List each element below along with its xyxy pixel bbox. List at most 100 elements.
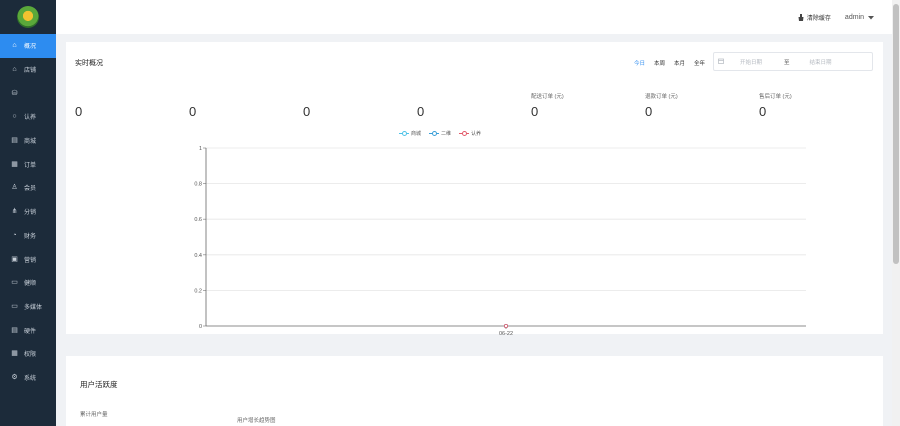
- activity-title: 用户活跃度: [80, 380, 118, 389]
- stat-item: 退款订单 (元) 0: [645, 92, 745, 119]
- range-month[interactable]: 本月: [674, 59, 685, 67]
- sidebar-item-label: 商城: [24, 139, 37, 146]
- date-end-input[interactable]: 结束日期: [810, 58, 832, 66]
- stat-label: 退款订单 (元): [645, 94, 678, 100]
- legend-label: 商城: [411, 131, 422, 137]
- date-range-picker[interactable]: 开始日期 至 结束日期: [713, 52, 873, 71]
- clear-cache-button[interactable]: 清除缓存: [798, 13, 831, 22]
- stat-label: [417, 92, 517, 100]
- stat-item: 0: [417, 92, 517, 119]
- activity-card: 用户活跃度 累计用户量 用户增长趋势图: [66, 356, 883, 426]
- overview-title: 实时概况: [75, 60, 103, 67]
- y-tick-label: 0.8: [194, 182, 202, 188]
- legend-item[interactable]: 二维: [429, 130, 451, 137]
- stat-value: 0: [189, 104, 197, 119]
- shop-icon: ⌂: [12, 66, 17, 74]
- stat-value: 0: [303, 104, 311, 119]
- y-tick-label: 0.6: [194, 217, 202, 223]
- media-icon: ▭: [11, 302, 18, 310]
- calendar-icon: ▭: [11, 279, 18, 287]
- sidebar-item[interactable]: ◔ 财务: [0, 224, 56, 248]
- hardware-icon: ▤: [11, 326, 18, 334]
- mall-icon: ▤: [11, 137, 18, 145]
- sidebar-item[interactable]: ▦ 权限: [0, 342, 56, 366]
- y-tick-label: 0: [199, 324, 202, 330]
- legend-label: 认养: [471, 131, 482, 137]
- user-icon: ♙: [11, 184, 18, 192]
- y-tick-label: 1: [199, 146, 202, 152]
- y-tick-label: 0.2: [194, 288, 202, 294]
- clear-cache-label: 清除缓存: [806, 16, 831, 22]
- permission-icon: ▦: [11, 350, 18, 358]
- y-tick-label: 0.4: [194, 253, 202, 259]
- sidebar-item[interactable]: ⌂ 店铺: [0, 58, 56, 82]
- legend-item[interactable]: 认养: [459, 130, 481, 137]
- sidebar-item-label: 概况: [24, 44, 37, 51]
- sidebar: ⌂ 概况 ⌂ 店铺 ⛁ ○ 认养 ▤ 商城 ▦ 订单 ♙ 会员 ⋔ 分销 ◔ 财务 ▣ 营销 ▭ 健顺 ▭ 多媒体 ▤ 硬件 ▦ 权…: [0, 0, 56, 426]
- sidebar-item[interactable]: ○ 认养: [0, 105, 56, 129]
- sidebar-item[interactable]: ▣ 营销: [0, 247, 56, 271]
- sidebar-item-label: 权限: [24, 352, 37, 359]
- sidebar-item-label: 硬件: [24, 328, 37, 335]
- range-year[interactable]: 全年: [694, 59, 705, 67]
- sidebar-item[interactable]: ⌂ 概况: [0, 34, 56, 58]
- header: 清除缓存 admin: [56, 0, 900, 34]
- sidebar-item[interactable]: ▭ 多媒体: [0, 295, 56, 319]
- sidebar-nav: ⌂ 概况 ⌂ 店铺 ⛁ ○ 认养 ▤ 商城 ▦ 订单 ♙ 会员 ⋔ 分销 ◔ 财务 ▣ 营销 ▭ 健顺 ▭ 多媒体 ▤ 硬件 ▦ 权…: [0, 34, 56, 389]
- legend-item[interactable]: 商城: [399, 130, 421, 137]
- legend-marker: [399, 131, 409, 136]
- logo: [17, 6, 39, 28]
- scroll-thumb[interactable]: [893, 4, 899, 264]
- range-today[interactable]: 今日: [634, 59, 645, 67]
- sidebar-item-label: 健顺: [24, 281, 37, 288]
- sidebar-item[interactable]: ⋔ 分销: [0, 200, 56, 224]
- stat-value: 0: [759, 104, 767, 119]
- stat-value: 0: [531, 104, 539, 119]
- username: admin: [844, 14, 864, 21]
- sidebar-item[interactable]: ⚙ 系统: [0, 366, 56, 390]
- chart-legend: 商城 二维 认养: [399, 130, 481, 137]
- adopt-icon: ○: [12, 113, 17, 121]
- caret-down-icon: [868, 15, 874, 19]
- legend-label: 二维: [441, 131, 452, 137]
- stat-label: [189, 92, 289, 100]
- calendar-icon: [714, 58, 728, 66]
- marketing-icon: ▣: [11, 255, 18, 263]
- user-menu[interactable]: admin: [845, 14, 874, 21]
- stat-label: 配送订单 (元): [531, 94, 564, 100]
- stat-item: 售后订单 (元) 0: [759, 92, 859, 119]
- sidebar-item[interactable]: ▤ 商城: [0, 129, 56, 153]
- stat-item: 配送订单 (元) 0: [531, 92, 631, 119]
- distribution-icon: ⋔: [11, 208, 18, 216]
- sidebar-item-label: 会员: [24, 186, 37, 193]
- date-separator: 至: [784, 59, 790, 66]
- sidebar-item-label: 店铺: [24, 68, 37, 75]
- order-icon: ▦: [11, 160, 18, 168]
- legend-marker: [429, 131, 440, 136]
- database-icon: ⛁: [11, 89, 18, 97]
- stat-value: 0: [75, 104, 83, 119]
- stat-value: 0: [645, 104, 653, 119]
- data-point: [503, 323, 508, 328]
- sidebar-item[interactable]: ⛁: [0, 81, 56, 105]
- total-users-label: 累计用户量: [80, 412, 108, 418]
- sidebar-item-label: 订单: [24, 162, 37, 169]
- date-start-input[interactable]: 开始日期: [740, 58, 762, 66]
- sidebar-item[interactable]: ▭ 健顺: [0, 271, 56, 295]
- sidebar-item[interactable]: ▦ 订单: [0, 152, 56, 176]
- range-tabs: 今日 本周 本月 全年: [634, 59, 705, 67]
- stat-item: 0: [75, 92, 175, 119]
- sidebar-item-label: 营销: [24, 257, 37, 264]
- sidebar-item-label: 认养: [24, 115, 37, 122]
- sidebar-item-label: 多媒体: [24, 304, 43, 311]
- stat-item: 0: [189, 92, 289, 119]
- sidebar-item[interactable]: ▤ 硬件: [0, 318, 56, 342]
- stat-label: 售后订单 (元): [759, 94, 792, 100]
- sidebar-item[interactable]: ♙ 会员: [0, 176, 56, 200]
- stat-value: 0: [417, 104, 425, 119]
- sidebar-item-label: 系统: [24, 375, 37, 382]
- range-week[interactable]: 本周: [654, 59, 665, 67]
- stat-label: [75, 92, 175, 100]
- stat-item: 0: [303, 92, 403, 119]
- page-scrollbar[interactable]: [892, 0, 900, 426]
